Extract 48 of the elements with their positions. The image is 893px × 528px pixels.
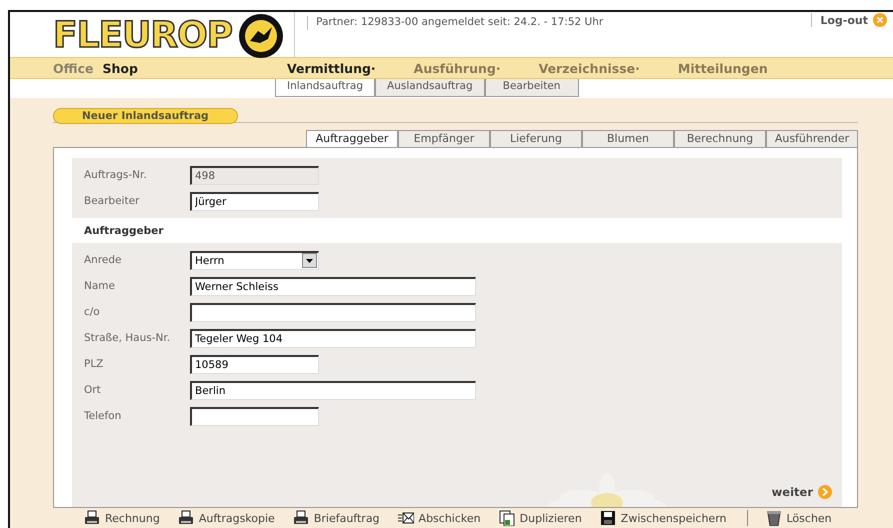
nav-link[interactable]: Shop — [102, 60, 138, 76]
field-label: Auftrags-Nr. — [84, 169, 148, 181]
subnav-tab[interactable]: Inlandsauftrag — [275, 79, 376, 97]
field-label: Name — [84, 280, 116, 292]
tab[interactable]: Berechnung — [674, 130, 766, 147]
trash-icon — [766, 510, 782, 526]
nav-menu-item[interactable]: Vermittlung· — [287, 60, 376, 76]
subnav-tab[interactable]: Bearbeiten — [484, 79, 579, 97]
subnav-tab[interactable]: Auslandsauftrag — [375, 79, 485, 97]
input-field[interactable]: Werner Schleiss — [190, 276, 476, 296]
input-field[interactable]: Berlin — [190, 380, 476, 400]
toolbar-button[interactable]: Auftragskopie — [178, 510, 275, 526]
field-label: c/o — [84, 306, 101, 318]
printer-icon — [178, 510, 194, 526]
tab[interactable]: Ausführender — [766, 130, 858, 147]
input-field[interactable]: 10589 — [190, 354, 319, 374]
field-label: Bearbeiter — [84, 195, 140, 207]
tab[interactable]: Lieferung — [490, 130, 582, 147]
tab[interactable]: Empfänger — [398, 130, 490, 147]
section-title: Neuer Inlandsauftrag — [53, 108, 238, 124]
printer-icon — [84, 510, 100, 526]
field-label: Telefon — [84, 410, 122, 422]
toolbar-button[interactable]: Abschicken — [398, 510, 481, 526]
toolbar-button[interactable]: Briefauftrag — [292, 510, 380, 526]
close-icon — [873, 13, 887, 27]
tab[interactable]: Auftraggeber — [306, 130, 398, 147]
emblem-icon — [238, 12, 284, 58]
documents-icon — [498, 510, 515, 526]
toolbar-button[interactable]: Löschen — [746, 510, 832, 526]
input-field[interactable] — [190, 406, 319, 426]
toolbar-button[interactable]: Duplizieren — [498, 510, 582, 526]
next-button[interactable]: weiter — [772, 485, 832, 499]
field-label: Straße, Haus-Nr. — [84, 332, 172, 344]
tab[interactable]: Blumen — [582, 130, 674, 147]
field-label: PLZ — [84, 358, 104, 370]
toolbar-button[interactable]: Zwischenspeichern — [600, 510, 726, 526]
printer-icon — [292, 510, 309, 526]
partner-info: Partner: 129833-00 angemeldet seit: 24.2. - 17:52 Uhr — [307, 16, 604, 30]
caret-icon — [306, 258, 313, 262]
input-field[interactable] — [190, 302, 476, 322]
logout-link[interactable]: Log-out — [811, 13, 887, 27]
dropdown[interactable]: Herrn — [190, 250, 319, 270]
toolbar-button[interactable]: Rechnung — [84, 510, 160, 526]
field-label: Ort — [84, 384, 102, 396]
group-title: Auftraggeber — [83, 224, 164, 239]
input-field[interactable]: Tegeler Weg 104 — [190, 328, 476, 348]
envelope-icon — [398, 510, 414, 526]
field-label: Anrede — [84, 254, 123, 266]
